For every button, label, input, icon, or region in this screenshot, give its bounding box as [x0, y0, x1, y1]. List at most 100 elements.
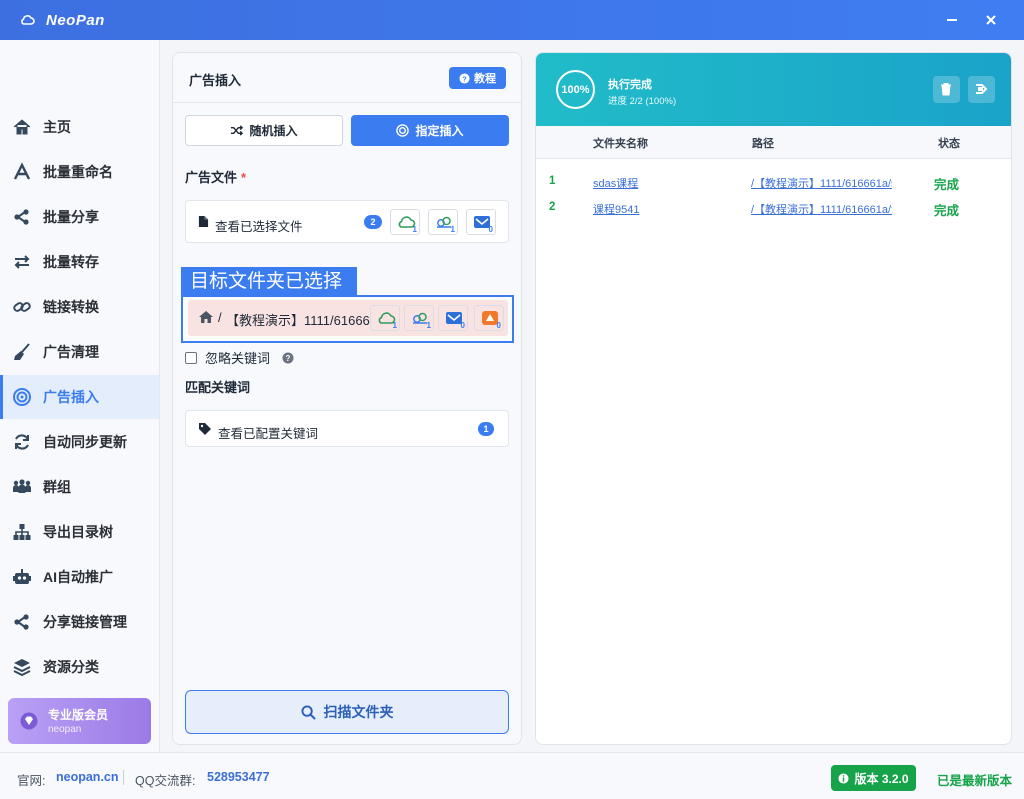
sidebar-item-ad-insert[interactable]: 广告插入	[0, 375, 159, 419]
version-badge[interactable]: 版本 3.2.0	[831, 765, 916, 791]
sidebar-item-home[interactable]: 主页	[0, 105, 159, 149]
drive-button-mail[interactable]: 0	[466, 209, 496, 235]
qq-group-number[interactable]: 528953477	[207, 770, 270, 784]
folder-name-link[interactable]: 课程9541	[593, 201, 639, 217]
trash-icon	[941, 83, 951, 96]
ignore-keywords-row: 忽略关键词 ?	[185, 348, 294, 367]
export-results-button[interactable]	[968, 76, 995, 103]
pro-card-title: 专业版会员	[48, 708, 109, 722]
sidebar-item-label: 批量重命名	[43, 164, 113, 180]
sidebar-item-batch-rename[interactable]: 批量重命名	[0, 150, 159, 194]
folder-path-link[interactable]: /【教程演示】1111/616661a/sdas课程	[751, 175, 892, 191]
sidebar-item-label: 群组	[43, 479, 71, 495]
ad-file-selector[interactable]: 查看已选择文件 2 1 1 0	[185, 200, 509, 243]
ignore-keywords-label: 忽略关键词	[205, 351, 271, 366]
help-icon[interactable]: ?	[282, 352, 294, 364]
sidebar-item-export-tree[interactable]: 导出目录树	[0, 510, 159, 554]
transfer-icon	[14, 255, 30, 269]
drive-button-baidu[interactable]: 1	[428, 209, 458, 235]
random-insert-button[interactable]: 随机插入	[185, 115, 343, 146]
scan-folder-button[interactable]: 扫描文件夹	[185, 690, 509, 734]
target-folder-selector[interactable]: / 【教程演示】1111/616661a/ 1 1 0 0	[181, 295, 514, 343]
sidebar-item-label: 主页	[43, 119, 71, 135]
tutorial-label: 教程	[474, 73, 496, 85]
home-icon	[13, 119, 31, 135]
tags-icon	[199, 423, 211, 435]
footer: 官网: neopan.cn QQ交流群: 528953477 版本 3.2.0 …	[0, 752, 1024, 799]
clear-results-button[interactable]	[933, 76, 960, 103]
drive-count: 0	[488, 225, 493, 234]
sidebar-item-group[interactable]: 群组	[0, 465, 159, 509]
sidebar-item-label: 自动同步更新	[43, 434, 127, 450]
file-icon	[198, 216, 209, 227]
panel-header: 广告插入 ? 教程	[173, 53, 521, 103]
selected-files-count: 2	[364, 215, 382, 229]
required-mark: *	[241, 170, 247, 185]
drive-count: 1	[412, 225, 417, 234]
info-icon	[838, 772, 850, 784]
ad-file-section-label: 广告文件 *	[185, 167, 246, 186]
website-link[interactable]: neopan.cn	[56, 770, 119, 784]
view-configured-keywords-link[interactable]: 查看已配置关键词	[218, 423, 318, 442]
cloud-logo-icon	[21, 15, 35, 25]
ignore-keywords-checkbox[interactable]	[185, 351, 197, 364]
pro-card-subtitle: neopan	[48, 724, 82, 735]
sidebar-item-label: 导出目录树	[43, 524, 113, 540]
sidebar-item-auto-sync[interactable]: 自动同步更新	[0, 420, 159, 464]
drive-button-mail[interactable]: 0	[438, 305, 468, 331]
footer-divider	[123, 770, 124, 785]
minimize-button[interactable]	[942, 10, 962, 30]
drive-count: 1	[426, 321, 431, 330]
target-folder-path-bar: / 【教程演示】1111/616661a/ 1 1 0 0	[188, 300, 508, 336]
target-folder-path: 【教程演示】1111/616661a/	[226, 313, 372, 328]
keyword-selector[interactable]: 查看已配置关键词 1	[185, 410, 509, 447]
sidebar-item-label: 广告插入	[43, 389, 99, 405]
drive-button-orange[interactable]: 0	[474, 305, 504, 331]
sidebar-item-resource-category[interactable]: 资源分类	[0, 645, 159, 689]
panel-title: 广告插入	[189, 73, 242, 88]
close-icon	[986, 15, 996, 25]
drive-button-cloud[interactable]: 1	[370, 305, 400, 331]
version-label: 版本 3.2.0	[854, 771, 909, 786]
drive-button-cloud[interactable]: 1	[390, 209, 420, 235]
svg-text:?: ?	[462, 74, 467, 83]
sidebar-item-ad-clean[interactable]: 广告清理	[0, 330, 159, 374]
sidebar-item-label: 资源分类	[43, 659, 99, 675]
target-icon	[13, 388, 31, 406]
progress-text: 进度 2/2 (100%)	[608, 96, 677, 107]
sidebar-item-label: 广告清理	[43, 344, 99, 360]
ad-insert-panel: 广告插入 ? 教程 随机插入 指定插入 广告文件 * 查看已选择文件 2 1 1 …	[172, 52, 522, 745]
link-icon	[13, 302, 31, 312]
specified-insert-button[interactable]: 指定插入	[351, 115, 509, 146]
sidebar-item-label: 批量转存	[43, 254, 99, 270]
progress-circle: 100%	[556, 70, 595, 109]
folder-path-link[interactable]: /【教程演示】1111/616661a/课程9541	[751, 201, 892, 217]
sidebar-item-batch-transfer[interactable]: 批量转存	[0, 240, 159, 284]
sidebar-item-link-convert[interactable]: 链接转换	[0, 285, 159, 329]
broom-icon	[14, 343, 30, 360]
folder-name-link[interactable]: sdas课程	[593, 175, 638, 191]
column-header-path: 路径	[752, 138, 774, 150]
gem-icon	[20, 712, 38, 730]
results-table-header: 文件夹名称 路径 状态	[536, 126, 1011, 159]
search-icon	[300, 704, 316, 720]
table-row: 1 sdas课程 /【教程演示】1111/616661a/sdas课程 完成	[536, 170, 1011, 196]
close-button[interactable]	[981, 10, 1001, 30]
drive-button-baidu[interactable]: 1	[404, 305, 434, 331]
row-number: 2	[549, 201, 556, 213]
export-icon	[976, 84, 988, 94]
robot-icon	[13, 569, 31, 584]
target-folder-selected-label: 目标文件夹已选择	[181, 267, 357, 297]
view-selected-files-link[interactable]: 查看已选择文件	[215, 216, 303, 235]
pro-member-card[interactable]: 专业版会员 neopan	[8, 698, 151, 744]
font-a-icon	[13, 162, 31, 180]
latest-version-text: 已是最新版本	[937, 774, 1013, 788]
tutorial-button[interactable]: ? 教程	[449, 67, 506, 89]
drive-count: 1	[450, 225, 455, 234]
drive-count: 1	[392, 321, 397, 330]
share-icon	[14, 209, 29, 225]
sidebar-item-share-manage[interactable]: 分享链接管理	[0, 600, 159, 644]
table-row: 2 课程9541 /【教程演示】1111/616661a/课程9541 完成	[536, 196, 1011, 222]
sidebar-item-ai-promo[interactable]: AI自动推广	[0, 555, 159, 599]
sidebar-item-batch-share[interactable]: 批量分享	[0, 195, 159, 239]
